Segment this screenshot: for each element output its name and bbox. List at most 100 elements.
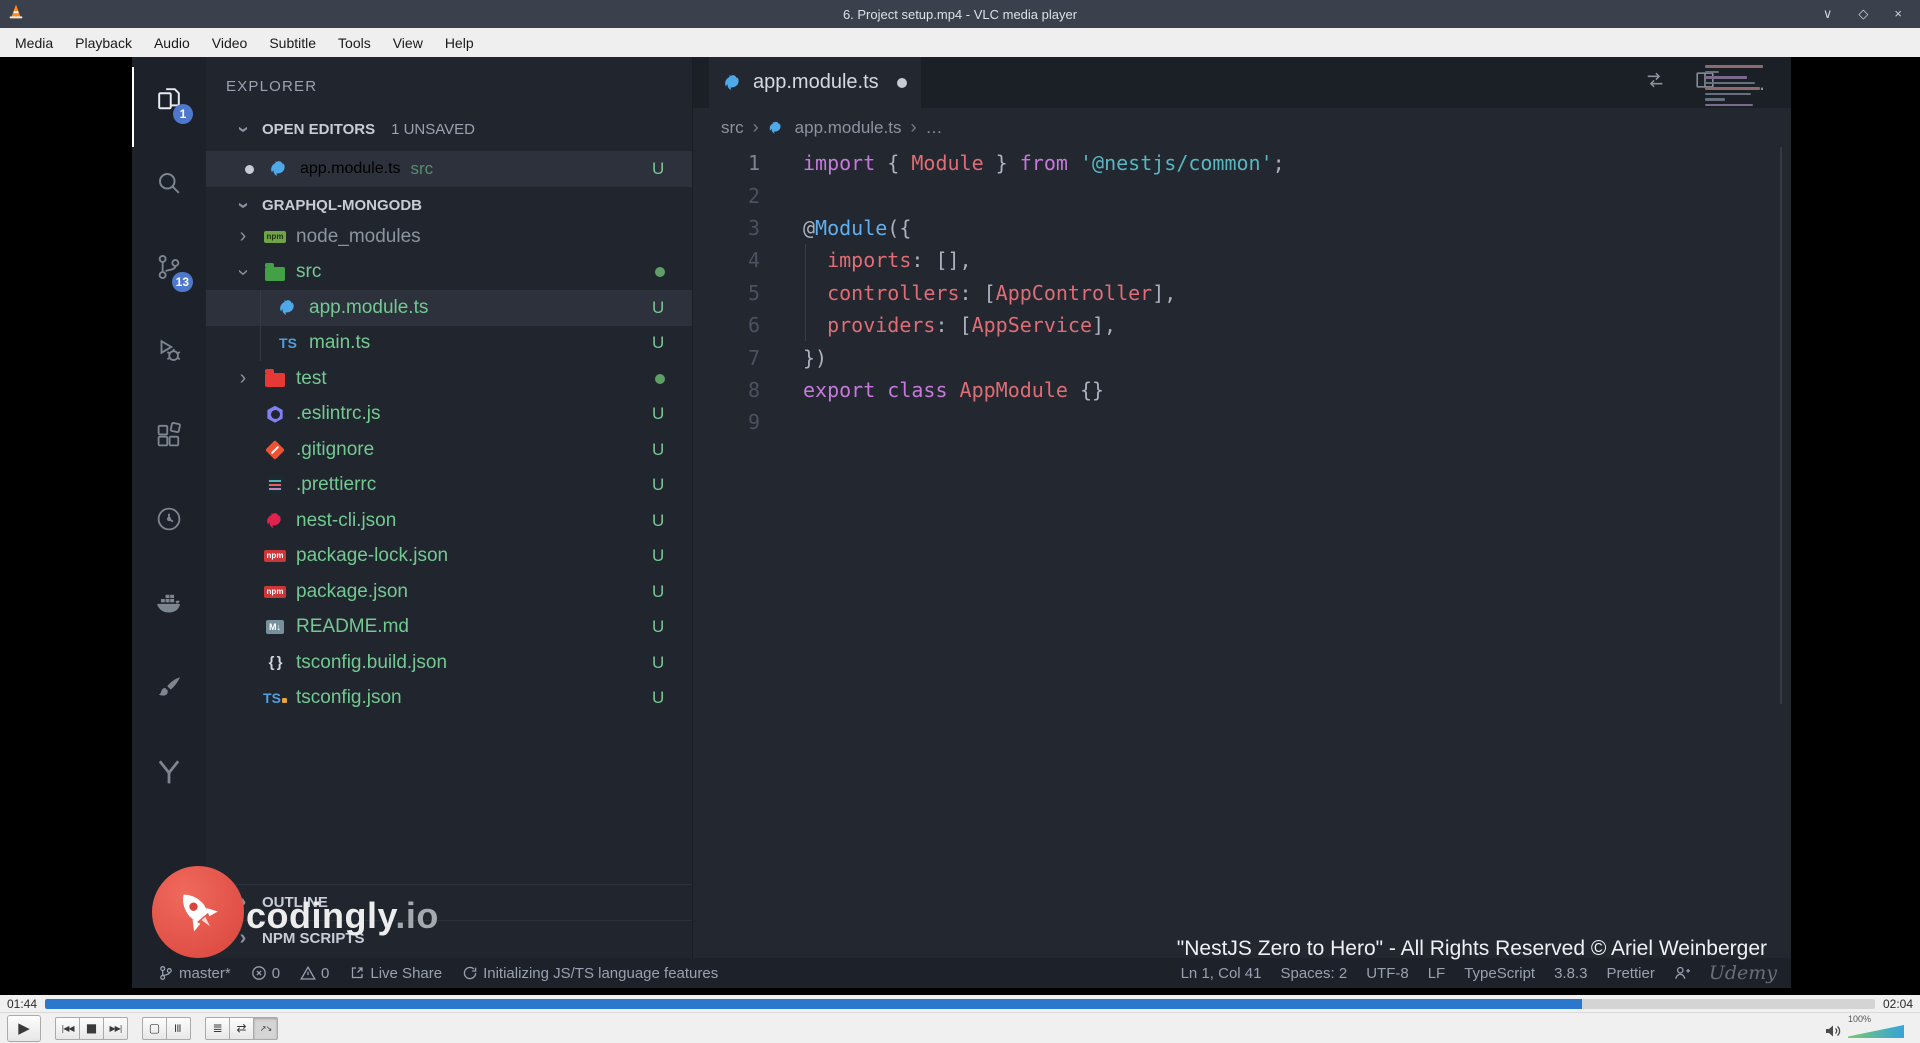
volume-slider[interactable]: [1848, 1025, 1904, 1038]
previous-button[interactable]: |◀◀: [55, 1016, 80, 1040]
file-label: src: [296, 261, 322, 283]
activity-source-control[interactable]: 13: [132, 225, 206, 309]
breadcrumb-item[interactable]: …: [925, 118, 942, 138]
project-section-header[interactable]: › GRAPHQL-MONGODB: [206, 191, 692, 219]
unsaved-badge: 1 UNSAVED: [391, 120, 476, 138]
activity-docker[interactable]: [132, 561, 206, 645]
tree-item-node-modules[interactable]: › npm node_modules: [206, 219, 692, 255]
open-editor-item[interactable]: app.module.ts src U: [206, 151, 692, 187]
open-editors-header[interactable]: › OPEN EDITORS 1 UNSAVED: [206, 115, 692, 143]
git-status-badge: U: [652, 652, 665, 672]
activity-y-branch[interactable]: [132, 729, 206, 813]
folder-test-icon: [262, 368, 288, 390]
status-3-8-3[interactable]: 3.8.3: [1554, 965, 1587, 982]
breadcrumb-item[interactable]: app.module.ts: [795, 118, 902, 138]
menu-help[interactable]: Help: [434, 28, 485, 57]
status-prettier[interactable]: Prettier: [1606, 965, 1654, 982]
seek-bar[interactable]: [45, 998, 1875, 1009]
tree-item-app-module-ts[interactable]: ›app.module.tsU: [206, 290, 692, 326]
unsaved-dot-icon: [897, 77, 907, 88]
git-branch-icon: [158, 965, 174, 981]
activity-search[interactable]: [132, 141, 206, 225]
controls-row: ▶ |◀◀ ■ ▶▶| ▢ ≡ ≣ ⇄ ↗↘ 100%: [0, 1012, 1920, 1043]
tree-item-readme-md[interactable]: ›M↓README.mdU: [206, 610, 692, 646]
random-button[interactable]: ↗↘: [253, 1016, 278, 1040]
activity-clock[interactable]: [132, 477, 206, 561]
open-changes-icon[interactable]: [1644, 69, 1666, 96]
ts-config-icon: TS: [262, 687, 288, 709]
docker-icon: [154, 588, 184, 618]
menu-playback[interactable]: Playback: [64, 28, 143, 57]
tree-item-tsconfig-json[interactable]: ›TStsconfig.jsonU: [206, 681, 692, 717]
playlist-button[interactable]: ≣: [205, 1016, 230, 1040]
person-add-icon: [1674, 965, 1690, 981]
line-number: 1: [747, 151, 760, 176]
menu-audio[interactable]: Audio: [143, 28, 201, 57]
volume-control[interactable]: 100%: [1824, 1014, 1910, 1042]
close-button[interactable]: ×: [1894, 6, 1902, 22]
folder-src-icon: [262, 261, 288, 283]
codingly-watermark: codingly.io: [246, 895, 439, 936]
tree-item-nest-cli-json[interactable]: ›nest-cli.jsonU: [206, 503, 692, 539]
chevron-right-icon: ›: [239, 367, 247, 390]
tree-item--eslintrc-js[interactable]: ›.eslintrc.jsU: [206, 397, 692, 433]
tree-item-main-ts[interactable]: ›TSmain.tsU: [206, 325, 692, 362]
menu-video[interactable]: Video: [201, 28, 259, 57]
activity-extensions[interactable]: [132, 393, 206, 477]
status-ln-1-col-41[interactable]: Ln 1, Col 41: [1181, 965, 1262, 982]
status-0[interactable]: 0: [300, 965, 329, 982]
git-status-badge: U: [652, 688, 665, 708]
breadcrumb-separator: ›: [910, 117, 917, 137]
activity-brush[interactable]: [132, 645, 206, 729]
tree-item--prettierrc[interactable]: ›.prettierrcU: [206, 468, 692, 504]
file-label: .gitignore: [296, 438, 375, 460]
menu-view[interactable]: View: [382, 28, 434, 57]
tree-item-src[interactable]: › src: [206, 255, 692, 291]
status-spaces-2[interactable]: Spaces: 2: [1280, 965, 1347, 982]
activity-explorer[interactable]: 1: [132, 57, 206, 141]
code-line: 2: [693, 179, 1791, 211]
ts-icon: TS: [279, 335, 297, 352]
open-editor-label: app.module.ts: [300, 160, 401, 177]
tree-item-package-lock-json[interactable]: ›npmpackage-lock.jsonU: [206, 539, 692, 575]
status-lf[interactable]: LF: [1428, 965, 1446, 982]
breadcrumb-item[interactable]: src: [721, 118, 744, 138]
tab-label: app.module.ts: [753, 71, 879, 93]
editor-tab[interactable]: app.module.ts: [709, 57, 921, 108]
seek-fill: [45, 998, 1583, 1009]
video-area[interactable]: 1 13 EXPLORER › OPEN EDITORS 1 UNSAVED a…: [0, 57, 1920, 995]
tree-item-package-json[interactable]: ›npmpackage.jsonU: [206, 574, 692, 610]
tree-item-tsconfig-build-json[interactable]: ›{ }tsconfig.build.jsonU: [206, 645, 692, 681]
status-person-add[interactable]: [1674, 965, 1690, 981]
next-button[interactable]: ▶▶|: [103, 1016, 128, 1040]
code-area[interactable]: 1 import { Module } from '@nestjs/common'…: [693, 147, 1791, 958]
minimap[interactable]: [1705, 65, 1777, 109]
menu-tools[interactable]: Tools: [327, 28, 382, 57]
activity-run-debug[interactable]: [132, 309, 206, 393]
status-initializing-js-ts-language-features[interactable]: Initializing JS/TS language features: [462, 965, 718, 982]
status-live-share[interactable]: Live Share: [349, 965, 442, 982]
menu-media[interactable]: Media: [4, 28, 64, 57]
vscode-window: 1 13 EXPLORER › OPEN EDITORS 1 UNSAVED a…: [132, 57, 1791, 988]
tree-item-test[interactable]: › test: [206, 361, 692, 397]
status-utf-8[interactable]: UTF-8: [1366, 965, 1409, 982]
eslint-icon: [262, 403, 288, 425]
git-icon: [262, 439, 288, 461]
button-group-c: ▢ ≡: [142, 1016, 191, 1040]
menu-subtitle[interactable]: Subtitle: [258, 28, 327, 57]
minimize-button[interactable]: ∨: [1823, 6, 1833, 22]
tree-item--gitignore[interactable]: ›.gitignoreU: [206, 432, 692, 468]
scrollbar[interactable]: [1780, 147, 1782, 704]
play-button[interactable]: ▶: [7, 1014, 41, 1042]
modified-dot-icon: [245, 164, 254, 174]
stop-button[interactable]: ■: [79, 1016, 104, 1040]
extended-settings-button[interactable]: ≡: [166, 1016, 191, 1040]
status-0[interactable]: 0: [251, 965, 280, 982]
file-label: app.module.ts: [309, 296, 429, 318]
code-line: 1 import { Module } from '@nestjs/common'…: [693, 147, 1791, 179]
status-typescript[interactable]: TypeScript: [1464, 965, 1535, 982]
fullscreen-button[interactable]: ▢: [142, 1016, 167, 1040]
loop-button[interactable]: ⇄: [229, 1016, 254, 1040]
status-master-[interactable]: master*: [158, 965, 231, 982]
maximize-button[interactable]: ◇: [1858, 6, 1868, 22]
